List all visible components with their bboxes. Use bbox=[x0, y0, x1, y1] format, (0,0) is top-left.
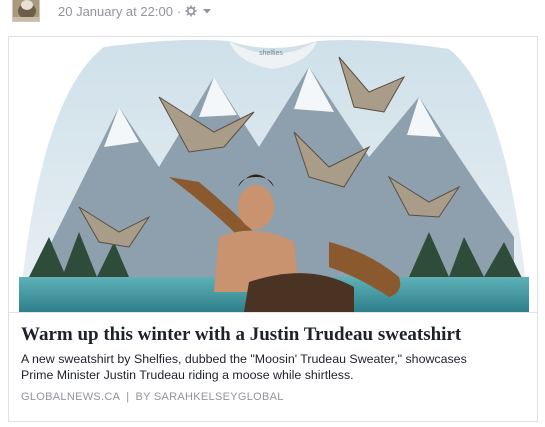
source-domain[interactable]: GLOBALNEWS.CA bbox=[21, 391, 120, 403]
post-meta: 20 January at 22:00 · bbox=[58, 2, 214, 20]
card-description-line: Prime Minister Justin Trudeau riding a m… bbox=[21, 368, 354, 382]
card-description-line: A new sweatshirt by Shelfies, dubbed the… bbox=[21, 352, 467, 366]
avatar[interactable] bbox=[12, 0, 40, 22]
card-text-area[interactable]: Warm up this winter with a Justin Trudea… bbox=[9, 312, 537, 421]
friends-cog-icon[interactable] bbox=[185, 5, 197, 17]
chevron-down-icon[interactable] bbox=[202, 5, 214, 17]
card-image[interactable]: shelfies bbox=[9, 37, 537, 312]
link-preview-card[interactable]: shelfies Warm up this winter with a Just… bbox=[8, 36, 538, 422]
post-timestamp[interactable]: 20 January at 22:00 bbox=[58, 4, 173, 19]
card-title[interactable]: Warm up this winter with a Justin Trudea… bbox=[21, 323, 525, 347]
brand-tag: shelfies bbox=[259, 50, 283, 57]
source-author[interactable]: BY SARAHKELSEYGLOBAL bbox=[135, 391, 283, 403]
meta-separator: · bbox=[176, 3, 182, 19]
card-source: GLOBALNEWS.CA | BY SARAHKELSEYGLOBAL bbox=[21, 391, 525, 403]
post-header: 20 January at 22:00 · bbox=[0, 0, 545, 30]
card-description: A new sweatshirt by Shelfies, dubbed the… bbox=[21, 351, 525, 383]
source-divider: | bbox=[126, 391, 130, 403]
